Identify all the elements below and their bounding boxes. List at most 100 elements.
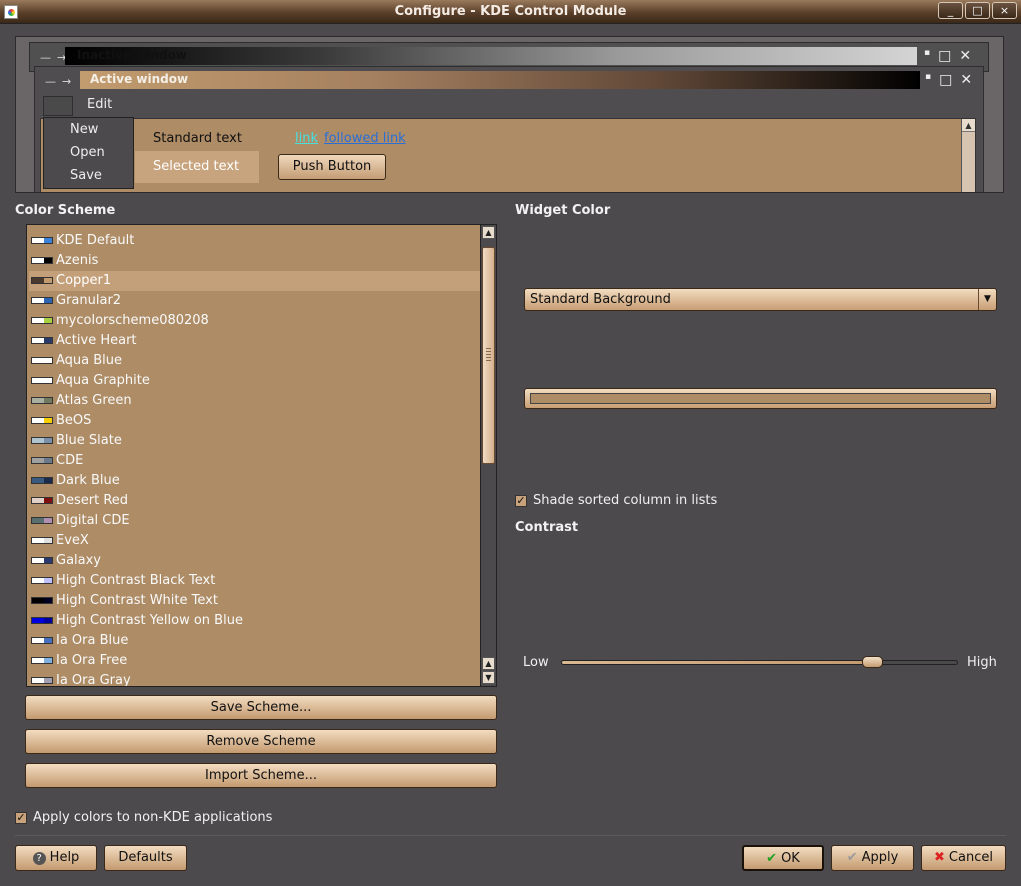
- scheme-list-item[interactable]: KDE Default: [29, 231, 481, 251]
- scheme-swatch-icon: [31, 277, 53, 284]
- scroll-up-icon[interactable]: ▲: [482, 657, 495, 670]
- apply-non-kde-checkbox[interactable]: ✓: [15, 811, 27, 824]
- scheme-list-item[interactable]: Ia Ora Free: [29, 651, 481, 671]
- scheme-list-item[interactable]: Ia Ora Blue: [29, 631, 481, 651]
- widget-color-combo[interactable]: Standard Background ▼: [524, 288, 997, 311]
- preview-menu-save: Save: [70, 168, 102, 183]
- import-scheme-button[interactable]: Import Scheme...: [25, 763, 497, 788]
- scheme-label: Azenis: [56, 253, 99, 268]
- scheme-swatch-icon: [31, 237, 53, 244]
- scheme-list-item[interactable]: High Contrast Yellow on Blue: [29, 611, 481, 631]
- preview-link: link: [295, 131, 318, 146]
- active-window-title: Active window: [90, 72, 189, 86]
- scheme-swatch-icon: [31, 397, 53, 404]
- contrast-slider[interactable]: [561, 660, 958, 665]
- scheme-list-item[interactable]: Blue Slate: [29, 431, 481, 451]
- scheme-list-item[interactable]: Aqua Graphite: [29, 371, 481, 391]
- preview-followed-link: followed link: [324, 131, 406, 146]
- contrast-slider-handle[interactable]: [862, 656, 883, 668]
- cancel-button[interactable]: ✖ Cancel: [921, 845, 1006, 871]
- help-dot-icon: ▪: [924, 48, 931, 58]
- help-icon: ?: [32, 852, 46, 865]
- ok-button[interactable]: ✔ OK: [742, 845, 824, 871]
- scheme-list-item[interactable]: Dark Blue: [29, 471, 481, 491]
- scheme-list-item[interactable]: Aqua Blue: [29, 351, 481, 371]
- scheme-label: Desert Red: [56, 493, 129, 508]
- preview-menu-open: Open: [70, 145, 105, 160]
- chevron-down-icon[interactable]: ▼: [978, 289, 996, 310]
- scheme-label: Atlas Green: [56, 393, 132, 408]
- scheme-swatch-icon: [31, 297, 53, 304]
- window-title: Configure - KDE Control Module: [394, 4, 627, 19]
- close-icon[interactable]: ×: [992, 2, 1017, 19]
- scheme-list-item[interactable]: High Contrast White Text: [29, 591, 481, 611]
- scheme-list-item[interactable]: Ia Ora Gray: [29, 671, 481, 687]
- remove-scheme-button[interactable]: Remove Scheme: [25, 729, 497, 754]
- scheme-label: KDE Default: [56, 233, 135, 248]
- preview-content: New Open Save Standard text Selected tex…: [40, 117, 976, 192]
- inactive-window-title: Inactive window: [77, 48, 187, 62]
- color-scheme-list[interactable]: KDE Default Azenis Copper1 Granular2 mycolor…: [26, 224, 497, 687]
- contrast-label: Contrast: [515, 520, 579, 535]
- preview-scrollbar: ▲: [961, 119, 975, 192]
- scheme-swatch-icon: [31, 677, 53, 684]
- scheme-list-item[interactable]: High Contrast Black Text: [29, 571, 481, 591]
- cancel-icon: ✖: [934, 850, 945, 865]
- scrollbar-thumb[interactable]: [482, 247, 495, 464]
- scheme-label: Blue Slate: [56, 433, 122, 448]
- apply-non-kde-label: Apply colors to non-KDE applications: [33, 810, 273, 825]
- scheme-swatch-icon: [31, 417, 53, 424]
- scheme-list-item[interactable]: EveX: [29, 531, 481, 551]
- help-dot-icon: ▪: [925, 72, 932, 82]
- scheme-label: BeOS: [56, 413, 92, 428]
- check-icon: ✔: [846, 850, 858, 865]
- pin-icon: →: [62, 75, 72, 88]
- scroll-up-icon[interactable]: ▲: [482, 226, 495, 239]
- scheme-list-item[interactable]: Granular2: [29, 291, 481, 311]
- scheme-swatch-icon: [31, 517, 53, 524]
- defaults-button[interactable]: Defaults: [104, 845, 187, 871]
- scheme-list-item[interactable]: Desert Red: [29, 491, 481, 511]
- scheme-swatch-icon: [31, 597, 53, 604]
- scroll-down-icon[interactable]: ▼: [482, 671, 495, 684]
- scheme-swatch-icon: [31, 497, 53, 504]
- scheme-list-item[interactable]: Active Heart: [29, 331, 481, 351]
- scheme-label: Ia Ora Free: [56, 653, 128, 668]
- preview-popup-menu: New Open Save: [43, 117, 134, 189]
- shade-sorted-checkbox[interactable]: ✓: [515, 494, 527, 507]
- scheme-swatch-icon: [31, 657, 53, 664]
- help-button[interactable]: ? Help: [15, 845, 97, 871]
- apply-button[interactable]: ✔ Apply: [831, 845, 914, 871]
- save-scheme-button[interactable]: Save Scheme...: [25, 695, 497, 720]
- scheme-label: High Contrast White Text: [56, 593, 218, 608]
- preview-menu-new: New: [70, 122, 99, 137]
- scheme-label: Active Heart: [56, 333, 137, 348]
- scheme-swatch-icon: [31, 577, 53, 584]
- scheme-label: Galaxy: [56, 553, 102, 568]
- check-icon: ✔: [766, 851, 778, 866]
- maximize-icon: □: [938, 48, 952, 64]
- scheme-list-item[interactable]: Digital CDE: [29, 511, 481, 531]
- window-controls: _ □ ×: [938, 2, 1017, 19]
- scheme-label: Dark Blue: [56, 473, 120, 488]
- scheme-label: Copper1: [56, 273, 112, 288]
- scheme-label: EveX: [56, 533, 89, 548]
- scheme-list-item[interactable]: Galaxy: [29, 551, 481, 571]
- scheme-list-item[interactable]: Atlas Green: [29, 391, 481, 411]
- scheme-list-item[interactable]: Azenis: [29, 251, 481, 271]
- color-scheme-items: KDE Default Azenis Copper1 Granular2 mycolor…: [29, 231, 481, 687]
- title-bar: Configure - KDE Control Module _ □ ×: [0, 0, 1021, 24]
- preview-push-button: Push Button: [278, 154, 386, 180]
- minimize-icon: —: [40, 51, 51, 64]
- scheme-list-item[interactable]: Copper1: [29, 271, 481, 291]
- scheme-label: Ia Ora Gray: [56, 673, 131, 687]
- maximize-icon[interactable]: □: [965, 2, 990, 19]
- preview-menu-edit: Edit: [87, 97, 113, 112]
- scheme-list-item[interactable]: CDE: [29, 451, 481, 471]
- widget-color-button[interactable]: [524, 388, 997, 409]
- minimize-icon[interactable]: _: [938, 2, 963, 19]
- scheme-list-scrollbar[interactable]: ▲ ▲ ▼: [480, 225, 496, 686]
- scheme-swatch-icon: [31, 317, 53, 324]
- scheme-list-item[interactable]: BeOS: [29, 411, 481, 431]
- scheme-list-item[interactable]: mycolorscheme080208: [29, 311, 481, 331]
